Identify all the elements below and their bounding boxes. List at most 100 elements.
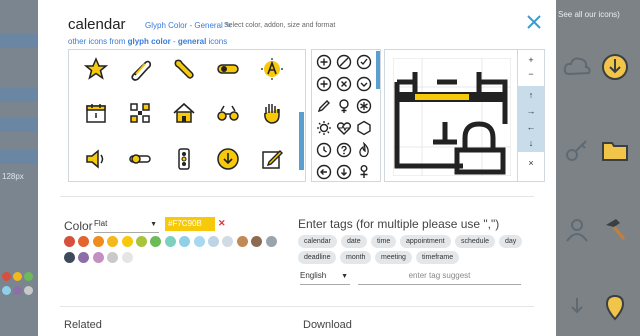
color-swatch[interactable]	[64, 252, 75, 263]
tag-chip[interactable]: timeframe	[416, 251, 460, 264]
down-circle-icon[interactable]	[356, 76, 372, 92]
color-swatch[interactable]	[150, 236, 162, 247]
tag-chip[interactable]: month	[340, 251, 372, 264]
hammer-icon	[606, 219, 626, 240]
tag-chip[interactable]: day	[499, 235, 523, 248]
color-swatch[interactable]	[121, 252, 133, 263]
background-swatch	[2, 286, 11, 295]
clock-icon[interactable]	[316, 142, 332, 158]
hex-color-input[interactable]: #F7C90B	[165, 217, 215, 231]
color-swatch[interactable]	[193, 236, 205, 247]
speaker-icon[interactable]	[83, 146, 109, 172]
cloud-arrow-icon	[571, 298, 583, 314]
icon-detail-modal: calendar Glyph Color - General ✎ Select …	[38, 0, 556, 336]
move-right-button[interactable]: →	[518, 104, 544, 118]
move-left-button[interactable]: ←	[518, 120, 544, 134]
question-circle-icon[interactable]	[336, 142, 352, 158]
color-swatch[interactable]	[92, 236, 104, 247]
check-circle-icon[interactable]	[356, 54, 372, 70]
pencil-icon[interactable]	[316, 98, 332, 114]
remove-addon-button[interactable]: ×	[518, 156, 544, 170]
binoculars-icon[interactable]	[215, 100, 241, 126]
move-down-button[interactable]: ↓	[518, 136, 544, 150]
asterisk-icon[interactable]	[356, 98, 372, 114]
sun-icon[interactable]	[316, 120, 332, 136]
color-swatch[interactable]	[222, 236, 234, 247]
glyph-color-link[interactable]: glyph color	[128, 37, 171, 46]
traffic-light-icon[interactable]	[171, 146, 197, 172]
x-circle-icon[interactable]	[336, 76, 352, 92]
other-icons-suffix: icons	[206, 37, 228, 46]
flame-icon[interactable]	[356, 142, 372, 158]
color-swatch[interactable]	[64, 236, 75, 247]
color-swatch[interactable]	[208, 236, 219, 247]
icon-style-subtitle[interactable]: Glyph Color - General ✎	[145, 21, 232, 30]
background-stripe	[0, 118, 38, 132]
close-icon[interactable]	[524, 12, 544, 32]
clear-color-icon[interactable]: ✕	[218, 218, 226, 229]
zoom-in-button[interactable]: +	[518, 53, 544, 67]
users-icon	[566, 219, 588, 242]
qr-icon[interactable]	[127, 100, 153, 126]
style-select-value: Flat	[94, 219, 108, 228]
color-swatch[interactable]	[136, 236, 147, 247]
down-circle-icon[interactable]	[336, 164, 352, 180]
icon-grid-scrollbar[interactable]	[299, 112, 304, 170]
map-pin-icon	[605, 294, 625, 321]
tag-chip[interactable]: appointment	[400, 235, 451, 248]
tag-chip[interactable]: schedule	[455, 235, 496, 248]
move-up-button[interactable]: ↑	[518, 88, 544, 102]
tag-chip[interactable]: calendar	[298, 235, 337, 248]
tag-chip[interactable]: date	[341, 235, 367, 248]
color-swatch[interactable]	[92, 252, 104, 263]
tag-suggest-input[interactable]: enter tag suggest	[358, 271, 521, 285]
tag-chip[interactable]: deadline	[298, 251, 337, 264]
tags-title: Enter tags (for multiple please use ",")	[298, 217, 500, 231]
text-a-icon[interactable]	[259, 56, 285, 82]
paperclip-icon[interactable]	[127, 56, 153, 82]
download-circle-icon[interactable]	[215, 146, 241, 172]
wrench-icon[interactable]	[171, 56, 197, 82]
plus-circle-icon[interactable]	[316, 76, 332, 92]
hand-icon[interactable]	[259, 100, 285, 126]
female-icon[interactable]	[336, 98, 352, 114]
tag-chip[interactable]: meeting	[375, 251, 412, 264]
language-select[interactable]: English ▼	[300, 271, 350, 285]
background-swatch	[24, 286, 33, 295]
toggle-icon[interactable]	[215, 56, 241, 82]
color-swatch[interactable]	[179, 236, 191, 247]
background-swatch	[13, 272, 22, 281]
ban-icon[interactable]	[336, 54, 352, 70]
preview-controls: + − ↑ → ← ↓ ×	[518, 49, 545, 182]
user-icon[interactable]	[356, 164, 372, 180]
color-swatch[interactable]	[251, 236, 263, 247]
heart-pulse-icon[interactable]	[336, 120, 352, 136]
color-swatch[interactable]	[78, 252, 90, 263]
home-icon[interactable]	[171, 100, 197, 126]
background-left-panel: 128px	[0, 0, 38, 336]
color-swatch[interactable]	[236, 236, 248, 247]
zoom-out-button[interactable]: −	[518, 67, 544, 81]
general-link[interactable]: general	[178, 37, 206, 46]
plus-circle-icon[interactable]	[316, 54, 332, 70]
color-swatch[interactable]	[265, 236, 277, 247]
color-swatch[interactable]	[107, 252, 119, 263]
color-swatch[interactable]	[121, 236, 133, 247]
color-swatch[interactable]	[78, 236, 90, 247]
background-size-label: 128px	[2, 172, 24, 181]
arrow-circle-icon[interactable]	[316, 164, 332, 180]
switch-icon[interactable]	[127, 146, 153, 172]
hexagon-icon[interactable]	[356, 120, 372, 136]
style-select[interactable]: Flat ▼	[94, 219, 159, 233]
caret-down-icon: ▼	[341, 273, 348, 280]
glyph-grid-scrollbar[interactable]	[376, 51, 380, 89]
icon-title: calendar	[68, 16, 126, 33]
edit-box-icon[interactable]	[259, 146, 285, 172]
cloud-icon	[563, 57, 591, 76]
calendar-icon[interactable]	[83, 100, 109, 126]
color-swatch[interactable]	[164, 236, 176, 247]
star-icon[interactable]	[83, 56, 109, 82]
color-swatch[interactable]	[107, 236, 119, 247]
background-swatch	[2, 272, 11, 281]
tag-chip[interactable]: time	[371, 235, 397, 248]
